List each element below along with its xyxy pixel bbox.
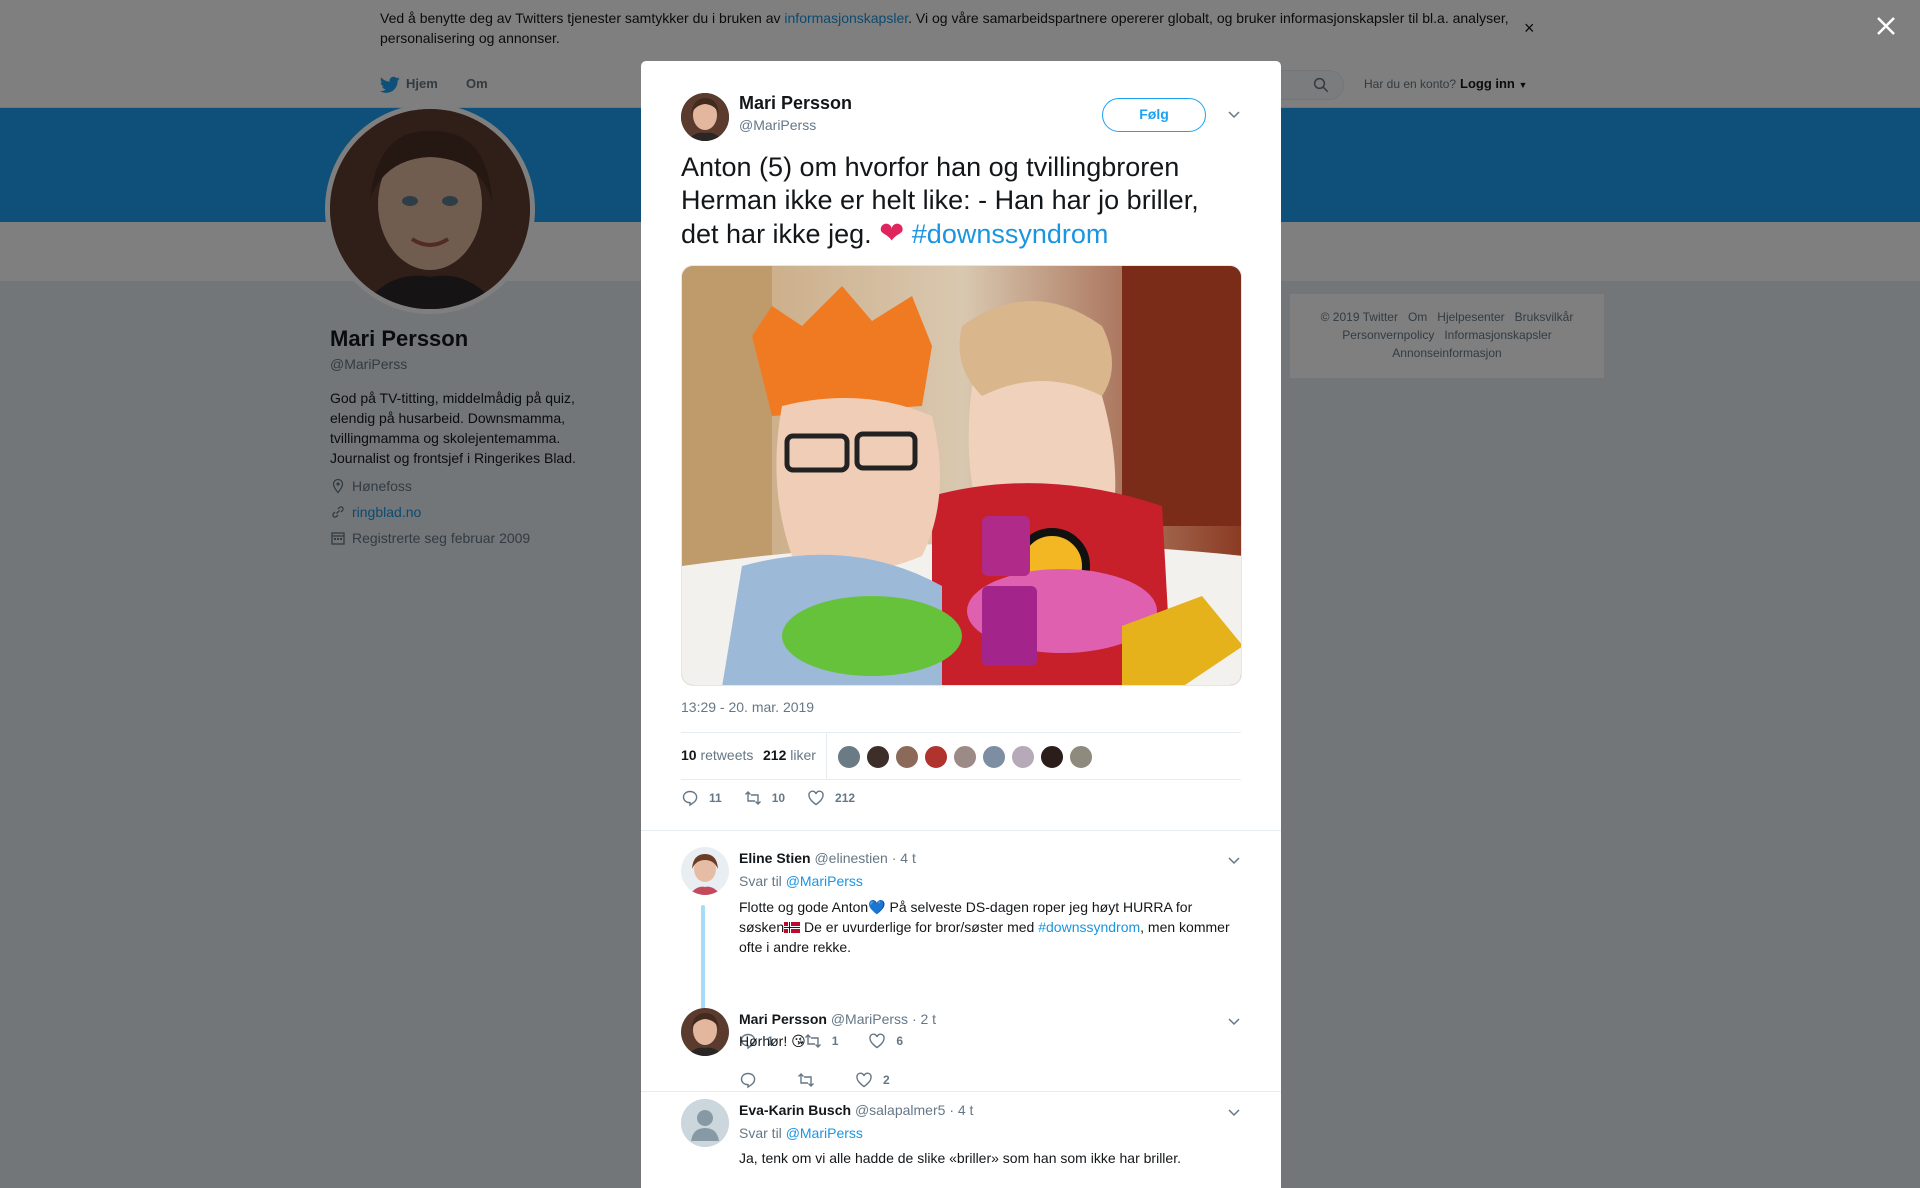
reply-text: Hørhør! 😘 — [739, 1031, 1239, 1051]
heart-emoji-icon: ❤ — [879, 217, 905, 250]
reply-to-label: Svar til — [739, 1125, 782, 1141]
tweet-text: Anton (5) om hvorfor han og tvillingbror… — [681, 151, 1241, 251]
reply-avatar[interactable] — [681, 1008, 729, 1056]
liker-avatar[interactable] — [866, 745, 890, 769]
reply-author-handle[interactable]: @MariPerss — [831, 1011, 908, 1027]
reply-time[interactable]: · 4 t — [949, 1102, 973, 1118]
author-handle[interactable]: @MariPerss — [739, 117, 816, 133]
tweet-photo[interactable] — [681, 265, 1242, 686]
reply-author-name[interactable]: Eva-Karin Busch — [739, 1102, 851, 1118]
stats-divider — [826, 733, 827, 779]
like-button[interactable]: 212 — [807, 789, 855, 807]
liker-avatar[interactable] — [895, 745, 919, 769]
liker-avatar[interactable] — [924, 745, 948, 769]
liker-avatar[interactable] — [1069, 745, 1093, 769]
reply-avatar-image — [681, 847, 729, 895]
reply-to: Svar til @MariPerss — [739, 1125, 863, 1141]
follow-button[interactable]: Følg — [1102, 98, 1206, 132]
reply-text-part: De er uvurderlige for bror/søster med — [800, 919, 1039, 935]
tweet-actions: 11 10 212 — [681, 789, 877, 807]
reply-actions: 2 — [739, 1071, 920, 1089]
norway-flag-icon — [784, 922, 801, 933]
retweet-icon — [798, 1073, 814, 1087]
author-name[interactable]: Mari Persson — [739, 93, 852, 114]
reply-header: Eline Stien @elinestien · 4 t — [739, 850, 916, 866]
liker-avatar[interactable] — [982, 745, 1006, 769]
reply-button[interactable] — [739, 1071, 767, 1089]
tweet-stats: 10 retweets 212 liker — [681, 732, 1241, 780]
reply-tweet[interactable]: Eva-Karin Busch @salapalmer5 · 4 t Svar … — [641, 1099, 1281, 1188]
likes-stat-count: 212 — [763, 747, 787, 763]
like-count: 2 — [883, 1073, 890, 1087]
reply-avatar[interactable] — [681, 847, 729, 895]
retweet-button[interactable] — [797, 1071, 825, 1089]
reply-avatar[interactable] — [681, 1099, 729, 1147]
reply-text: Ja, tenk om vi alle hadde de slike «bril… — [739, 1150, 1181, 1166]
chevron-down-icon[interactable] — [1227, 107, 1241, 121]
tweet-modal: Mari Persson @MariPerss Følg Anton (5) o… — [641, 61, 1281, 1188]
blue-heart-emoji-icon: 💙 — [868, 899, 886, 915]
default-avatar-icon — [681, 1099, 729, 1147]
reply-text-part: Hørhør! — [739, 1033, 792, 1049]
liker-avatar[interactable] — [1011, 745, 1035, 769]
author-avatar[interactable] — [681, 93, 729, 141]
like-count: 212 — [835, 791, 856, 805]
reply-author-name[interactable]: Eline Stien — [739, 850, 811, 866]
retweet-count: 10 — [771, 791, 786, 805]
reply-text-part: Flotte og gode Anton — [739, 899, 869, 915]
reply-to: Svar til @MariPerss — [739, 873, 863, 889]
close-modal-icon[interactable] — [1872, 12, 1900, 40]
heart-icon — [808, 790, 824, 806]
retweets-stat-label: retweets — [700, 747, 754, 763]
kiss-emoji-icon: 😘 — [791, 1033, 806, 1049]
reply-header: Eva-Karin Busch @salapalmer5 · 4 t — [739, 1102, 973, 1118]
retweet-icon — [744, 791, 761, 805]
tweet-photo-image — [682, 266, 1241, 685]
liker-avatar[interactable] — [837, 745, 861, 769]
tweet-hashtag-link[interactable]: #downssyndrom — [912, 219, 1109, 249]
reply-time[interactable]: · 4 t — [892, 850, 916, 866]
reply-icon — [682, 790, 698, 807]
chevron-down-icon[interactable] — [1227, 1105, 1241, 1119]
reply-count: 11 — [709, 791, 722, 805]
chevron-down-icon[interactable] — [1227, 1014, 1241, 1028]
chevron-down-icon[interactable] — [1227, 853, 1241, 867]
reply-to-link[interactable]: @MariPerss — [786, 873, 863, 889]
reply-header: Mari Persson @MariPerss · 2 t — [739, 1011, 936, 1027]
likes-stat-label: liker — [790, 747, 816, 763]
retweets-stat[interactable]: 10 retweets — [681, 747, 753, 763]
retweets-stat-count: 10 — [681, 747, 697, 763]
divider — [641, 830, 1281, 831]
reply-time[interactable]: · 2 t — [912, 1011, 936, 1027]
reply-icon — [740, 1072, 756, 1089]
reply-hashtag-link[interactable]: #downssyndrom — [1038, 919, 1140, 935]
author-avatar-image — [681, 93, 729, 141]
divider — [641, 1091, 1281, 1092]
liker-avatar[interactable] — [953, 745, 977, 769]
liker-avatars — [837, 745, 1098, 769]
tweet-timestamp[interactable]: 13:29 - 20. mar. 2019 — [681, 699, 814, 715]
reply-text: Flotte og gode Anton💙 På selveste DS-dag… — [739, 897, 1239, 957]
reply-to-label: Svar til — [739, 873, 782, 889]
liker-avatar[interactable] — [1040, 745, 1064, 769]
reply-to-link[interactable]: @MariPerss — [786, 1125, 863, 1141]
retweet-button[interactable]: 10 — [744, 789, 785, 807]
reply-author-handle[interactable]: @elinestien — [814, 850, 887, 866]
likes-stat[interactable]: 212 liker — [763, 747, 816, 763]
reply-author-handle[interactable]: @salapalmer5 — [855, 1102, 945, 1118]
reply-author-name[interactable]: Mari Persson — [739, 1011, 827, 1027]
like-button[interactable]: 2 — [855, 1071, 890, 1089]
reply-button[interactable]: 11 — [681, 789, 722, 807]
reply-avatar-image — [681, 1008, 729, 1056]
heart-icon — [856, 1072, 872, 1088]
